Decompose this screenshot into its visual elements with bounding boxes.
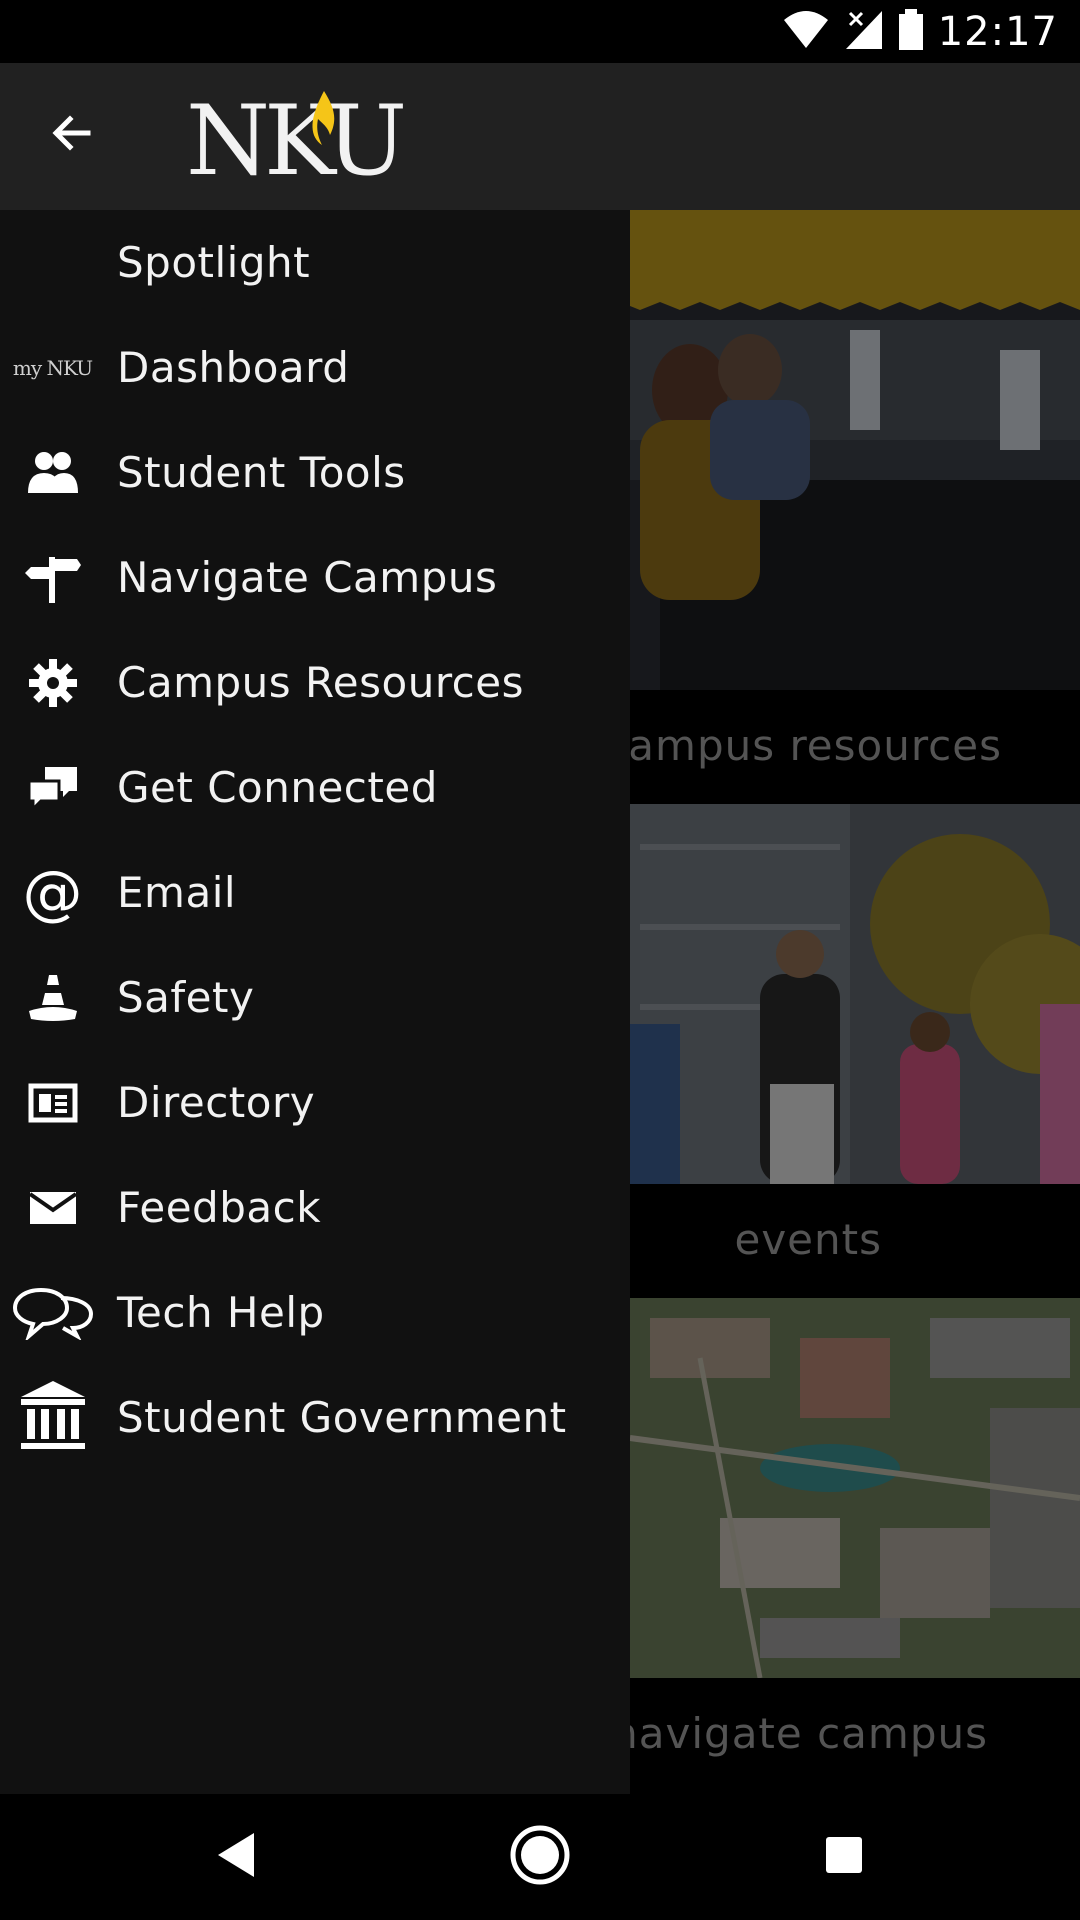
arrow-back-icon [48, 109, 96, 161]
status-time: 12:17 [937, 8, 1058, 55]
drawer-item-student-government[interactable]: Student Government [0, 1365, 630, 1470]
gear-icon [0, 630, 105, 735]
government-building-icon [0, 1365, 105, 1470]
drawer-item-tech-help[interactable]: Tech Help [0, 1260, 630, 1365]
app-bar: NKU [0, 63, 1080, 210]
back-button[interactable] [30, 93, 114, 177]
nav-home-button[interactable] [500, 1817, 580, 1897]
drawer-item-label: Student Government [117, 1393, 567, 1442]
drawer-item-feedback[interactable]: Feedback [0, 1155, 630, 1260]
chat-bubbles-icon [0, 735, 105, 840]
envelope-icon [0, 1155, 105, 1260]
drawer-item-get-connected[interactable]: Get Connected [0, 735, 630, 840]
drawer-item-label: Email [117, 868, 237, 917]
drawer-item-label: Student Tools [117, 448, 406, 497]
drawer-item-directory[interactable]: Directory [0, 1050, 630, 1155]
drawer-item-label: Spotlight [117, 238, 311, 287]
id-card-icon [0, 1050, 105, 1155]
wifi-icon [782, 10, 830, 54]
drawer-item-student-tools[interactable]: Student Tools [0, 420, 630, 525]
drawer-item-label: Dashboard [117, 343, 350, 392]
home-circle-icon [509, 1824, 571, 1890]
drawer-item-label: Campus Resources [117, 658, 524, 707]
drawer-item-label: Directory [117, 1078, 316, 1127]
drawer-item-spotlight[interactable]: Spotlight [0, 210, 630, 315]
drawer-item-label: Get Connected [117, 763, 438, 812]
drawer-item-label: Navigate Campus [117, 553, 498, 602]
navigation-drawer: Spotlight my NKU Dashboard Student Tools… [0, 210, 630, 1794]
drawer-item-label: Safety [117, 973, 255, 1022]
logo-text: NKU [186, 85, 407, 197]
signpost-icon [0, 525, 105, 630]
drawer-item-email[interactable]: @ Email [0, 840, 630, 945]
drawer-item-campus-resources[interactable]: Campus Resources [0, 630, 630, 735]
drawer-item-label: Tech Help [117, 1288, 325, 1337]
system-nav-bar [0, 1794, 1080, 1920]
status-bar: 12:17 [0, 0, 1080, 63]
flame-icon [304, 89, 344, 157]
nku-logo: NKU [186, 85, 407, 197]
speech-bubbles-outline-icon [0, 1260, 105, 1365]
signal-off-icon [844, 9, 884, 55]
recents-square-icon [824, 1835, 864, 1879]
drawer-item-label: Feedback [117, 1183, 322, 1232]
people-icon [0, 420, 105, 525]
nav-back-button[interactable] [196, 1817, 276, 1897]
traffic-cone-icon [0, 945, 105, 1050]
mynku-icon: my NKU [12, 355, 93, 380]
drawer-item-safety[interactable]: Safety [0, 945, 630, 1050]
battery-icon [898, 8, 924, 55]
at-sign-icon: @ [22, 857, 83, 928]
back-triangle-icon [214, 1831, 258, 1883]
drawer-item-navigate-campus[interactable]: Navigate Campus [0, 525, 630, 630]
nav-recents-button[interactable] [804, 1817, 884, 1897]
drawer-item-dashboard[interactable]: my NKU Dashboard [0, 315, 630, 420]
